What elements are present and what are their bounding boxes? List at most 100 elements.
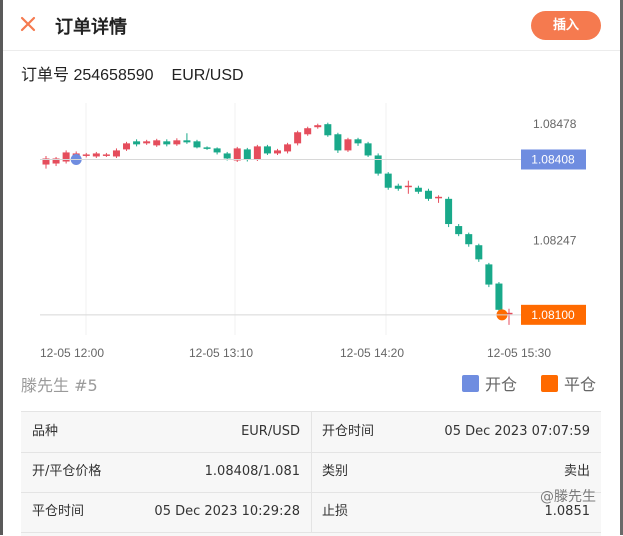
candle xyxy=(294,130,302,146)
candle-body xyxy=(364,143,372,156)
candle-body xyxy=(243,149,251,160)
candle-body xyxy=(213,148,221,153)
candle xyxy=(163,139,171,147)
candle-body xyxy=(475,245,483,260)
candle-body xyxy=(284,144,292,152)
candle-body xyxy=(274,150,281,154)
candle xyxy=(384,172,392,190)
candle xyxy=(42,155,50,169)
candle xyxy=(334,132,342,153)
candle-body xyxy=(173,140,181,145)
candle xyxy=(424,188,432,201)
detail-label: 开/平仓价格 xyxy=(32,464,102,479)
detail-label: 平仓时间 xyxy=(32,504,85,519)
table-row: 品种 EUR/USD 开仓时间 05 Dec 2023 07:07:59 xyxy=(21,412,601,453)
candle xyxy=(62,150,70,164)
candle-body xyxy=(465,234,473,245)
candle-body xyxy=(203,147,211,149)
legend-close: 平仓 xyxy=(541,371,596,395)
candle xyxy=(153,138,161,147)
candle xyxy=(455,224,463,237)
candle xyxy=(314,123,322,129)
candle-body xyxy=(133,141,141,145)
candle-body xyxy=(394,185,402,189)
x-tick-label: 12-05 13:10 xyxy=(189,346,253,360)
candle-body xyxy=(112,150,120,157)
detail-label: 开仓时间 xyxy=(322,424,375,439)
order-symbol: EUR/USD xyxy=(171,67,244,84)
legend-close-label: 平仓 xyxy=(564,375,597,394)
candle xyxy=(404,180,412,194)
row-divider xyxy=(311,412,312,452)
candle-body xyxy=(314,125,322,128)
candle xyxy=(284,142,292,154)
x-tick-label: 12-05 15:30 xyxy=(487,346,551,360)
candle xyxy=(82,152,90,158)
candle-body xyxy=(253,146,261,160)
candle-body xyxy=(294,132,302,144)
candle xyxy=(133,139,141,147)
candle-body xyxy=(354,139,362,144)
candle-body xyxy=(324,124,332,136)
candle-body xyxy=(233,148,241,161)
candle xyxy=(203,146,211,150)
table-row: 开/平仓价格 1.08408/1.081 类别 卖出 xyxy=(21,452,601,493)
candle xyxy=(274,148,281,155)
candle xyxy=(374,153,382,176)
candle xyxy=(92,151,100,158)
candle xyxy=(193,139,201,149)
candle xyxy=(213,147,221,155)
candle xyxy=(475,243,483,262)
row-divider xyxy=(311,452,312,492)
candle-body xyxy=(163,141,171,145)
candle xyxy=(354,137,362,146)
candle xyxy=(112,148,120,158)
candle-body xyxy=(62,152,70,162)
candle xyxy=(253,144,261,161)
candle-body xyxy=(183,140,191,143)
order-number: 订单号 254658590 xyxy=(21,67,154,84)
candle xyxy=(324,122,332,137)
table-row: 平仓时间 05 Dec 2023 10:29:28 止损 1.0851 xyxy=(21,492,601,533)
close-icon[interactable] xyxy=(18,14,38,34)
candle-body xyxy=(384,173,392,188)
detail-value: 05 Dec 2023 07:07:59 xyxy=(444,424,590,439)
candle xyxy=(102,152,110,157)
insert-button[interactable]: 插入 xyxy=(531,11,601,40)
candle xyxy=(445,196,453,228)
candle xyxy=(414,185,422,194)
candle xyxy=(495,282,503,312)
close-price-label: 1.08100 xyxy=(531,308,575,322)
candle-body xyxy=(344,139,352,151)
candle-body xyxy=(495,283,503,310)
candle xyxy=(304,126,312,136)
candle xyxy=(52,156,60,167)
candle-body xyxy=(424,190,432,199)
candle-body xyxy=(445,198,453,225)
close-swatch-icon xyxy=(541,374,558,392)
candle-body xyxy=(304,128,312,135)
row-divider xyxy=(311,492,312,532)
candle xyxy=(183,133,191,144)
detail-value: 05 Dec 2023 10:29:28 xyxy=(154,504,300,519)
detail-label: 类别 xyxy=(322,464,349,479)
candle xyxy=(143,139,151,145)
open-swatch-icon xyxy=(462,374,479,392)
candle-body xyxy=(334,134,342,151)
price-chart: 12-05 12:00 12-05 13:10 12-05 14:20 12-05 1… xyxy=(40,103,586,360)
candle xyxy=(435,195,443,203)
y-tick-label: 1.08247 xyxy=(533,234,577,248)
detail-label: 品种 xyxy=(32,424,59,439)
order-info: 订单号 254658590 EUR/USD xyxy=(21,61,262,85)
detail-value: 1.08408/1.081 xyxy=(204,464,300,479)
candle-body xyxy=(455,226,463,235)
header-bar: 订单详情 插入 xyxy=(3,0,620,51)
y-tick-label: 1.08478 xyxy=(533,117,577,131)
detail-value: EUR/USD xyxy=(241,424,300,439)
candle xyxy=(173,138,181,146)
candle-body xyxy=(374,155,382,174)
candle-body xyxy=(414,187,422,192)
candle-body xyxy=(435,196,443,199)
candle xyxy=(485,262,493,288)
candle-body xyxy=(485,264,493,285)
